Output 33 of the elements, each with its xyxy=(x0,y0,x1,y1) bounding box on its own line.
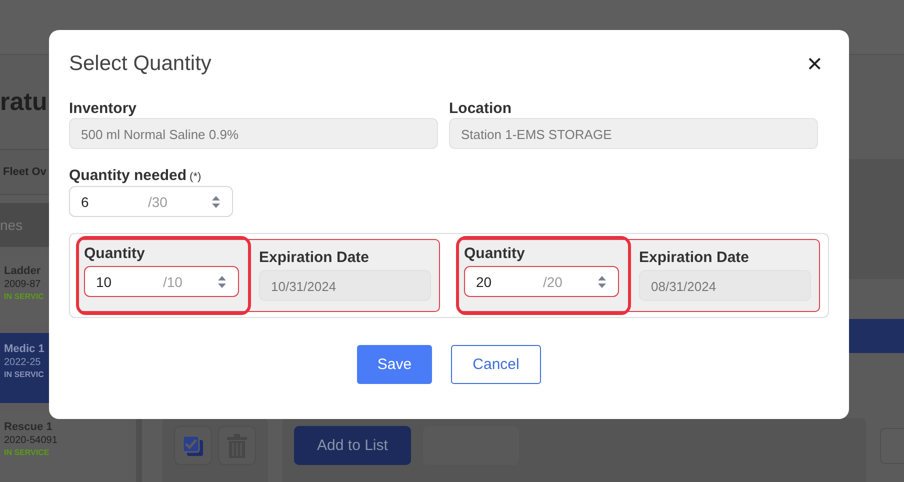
save-button[interactable]: Save xyxy=(357,345,432,384)
field-label: Quantity xyxy=(464,245,526,262)
unit-number: 2009-87 xyxy=(4,279,41,290)
select-all-button[interactable] xyxy=(174,426,212,465)
required-mark: (*) xyxy=(190,171,202,183)
quantity-input[interactable]: 6 /30 xyxy=(69,186,233,217)
page-title: ratu xyxy=(0,88,48,116)
unit-number: 2020-54091 xyxy=(4,435,58,446)
quantity-input[interactable]: 20 /20 xyxy=(464,266,619,297)
unit-status: IN SERVIC xyxy=(4,292,44,301)
expiration-field: 10/31/2024 xyxy=(259,270,431,301)
field-label: Inventory xyxy=(69,100,138,117)
field-label: Quantity xyxy=(84,245,146,262)
unit-status: IN SERVIC xyxy=(4,370,44,379)
field-label: Expiration Date xyxy=(259,249,370,266)
close-button[interactable]: ✕ xyxy=(806,52,823,76)
quantity-input[interactable]: 10 /10 xyxy=(84,266,239,297)
add-to-list-button[interactable]: Add to List xyxy=(294,426,411,465)
checkbox-icon xyxy=(181,434,205,458)
inventory-field: 500 ml Normal Saline 0.9% xyxy=(69,118,438,149)
cancel-button[interactable]: Cancel xyxy=(451,345,541,384)
location-field: Station 1-EMS STORAGE xyxy=(449,118,818,149)
unit-number: 2022-25 xyxy=(4,357,41,368)
expiration-field: 08/31/2024 xyxy=(639,270,811,301)
unit-name: Medic 1 xyxy=(4,343,44,355)
spinner-icon[interactable] xyxy=(212,194,220,208)
field-label: Location xyxy=(449,100,512,117)
field-label: Quantity needed xyxy=(69,167,187,184)
dialog-title: Select Quantity xyxy=(69,52,212,76)
spinner-icon[interactable] xyxy=(598,274,606,288)
unit-status: IN SERVICE xyxy=(4,448,50,457)
field-label: Expiration Date xyxy=(639,249,750,266)
spinner-icon[interactable] xyxy=(218,274,226,288)
